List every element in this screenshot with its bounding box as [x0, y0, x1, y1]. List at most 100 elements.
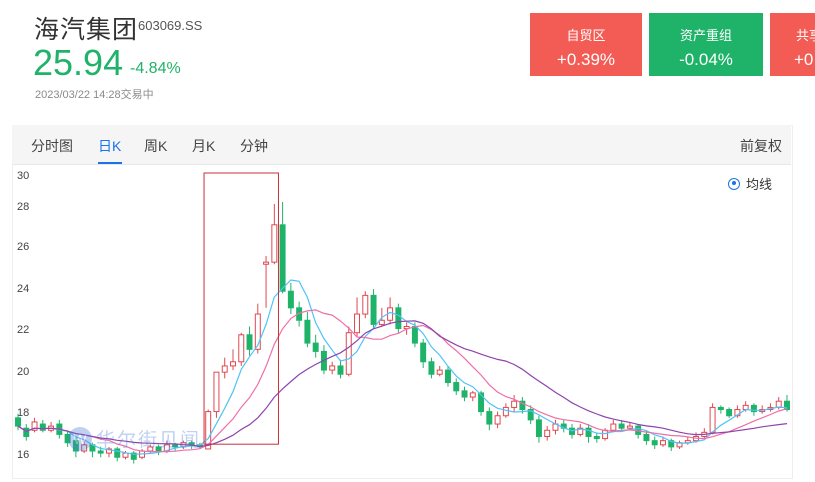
candle-body — [453, 382, 460, 392]
candle — [271, 204, 278, 265]
candle-body — [593, 435, 600, 440]
kline-chart[interactable] — [0, 0, 815, 482]
candle-body — [469, 392, 476, 398]
candle-body — [610, 423, 617, 431]
candle — [387, 297, 394, 325]
candle — [494, 411, 501, 429]
candle — [593, 432, 600, 443]
candle-body — [659, 440, 666, 446]
candle — [354, 297, 361, 337]
candle — [221, 357, 228, 379]
candle-body — [444, 369, 451, 384]
candle — [726, 407, 733, 418]
candle — [577, 424, 584, 437]
watermark-text: 华尔街见闻 — [96, 430, 202, 451]
candle-body — [511, 400, 518, 408]
candle — [130, 451, 137, 464]
candle — [469, 390, 476, 402]
candle-body — [304, 319, 311, 344]
candle-body — [329, 365, 336, 371]
candle — [230, 349, 236, 371]
candle — [337, 359, 344, 379]
candle-body — [726, 409, 733, 417]
candle — [304, 311, 311, 348]
candle — [552, 419, 559, 435]
candle — [287, 282, 294, 315]
candle — [263, 255, 270, 308]
candle-body — [337, 365, 344, 375]
candle — [370, 289, 377, 329]
candle — [511, 394, 518, 412]
watermark: W 华尔街见闻 — [68, 425, 201, 452]
candle — [701, 428, 708, 439]
candle — [676, 440, 683, 449]
candle-body — [486, 411, 493, 425]
candle-body — [15, 417, 21, 427]
candle — [717, 405, 724, 414]
candle-body — [213, 371, 220, 413]
candle — [48, 421, 55, 433]
candle — [362, 291, 369, 319]
candle — [329, 361, 336, 375]
candle — [312, 334, 319, 358]
candle — [395, 303, 402, 333]
candle — [213, 371, 220, 418]
candle-body — [544, 429, 551, 437]
candle-body — [23, 427, 30, 437]
candle-body — [626, 425, 633, 429]
candle — [279, 201, 286, 294]
candle-body — [395, 307, 402, 330]
candle-body — [39, 423, 46, 431]
candle — [345, 326, 352, 377]
candle — [767, 403, 774, 412]
candle-body — [312, 342, 319, 352]
candle — [560, 419, 567, 433]
candle-body — [602, 429, 609, 440]
candle-body — [502, 406, 509, 417]
candle-body — [221, 365, 228, 373]
candle-body — [271, 224, 278, 263]
candle — [535, 415, 542, 443]
candle-body — [354, 313, 361, 334]
candle-body — [709, 406, 716, 433]
candle — [461, 386, 468, 402]
candle — [238, 332, 245, 366]
candle-body — [494, 415, 501, 425]
candle-body — [263, 261, 270, 265]
candle-body — [618, 423, 625, 429]
candle-body — [287, 290, 294, 309]
candle — [585, 424, 592, 443]
candle-body — [535, 419, 542, 437]
candle-body — [345, 332, 352, 375]
candle-body — [461, 390, 468, 398]
candle-body — [246, 334, 253, 350]
candle-body — [643, 433, 650, 442]
candle — [31, 417, 38, 433]
candle — [428, 357, 435, 379]
candle — [436, 365, 443, 377]
candle — [420, 338, 427, 369]
candle-body — [362, 294, 369, 315]
candle — [23, 424, 30, 441]
candle-body — [122, 452, 129, 458]
candle-body — [651, 440, 658, 446]
candle-body — [428, 361, 435, 375]
candle — [39, 419, 46, 433]
candle — [544, 426, 551, 441]
candle-body — [238, 334, 245, 363]
candle-body — [378, 319, 385, 325]
candle-body — [411, 326, 418, 344]
candle-body — [279, 224, 286, 292]
candle-body — [420, 342, 427, 363]
candle-body — [742, 404, 749, 411]
candle-body — [717, 406, 724, 411]
candle — [486, 407, 493, 431]
candle — [651, 436, 658, 449]
candle — [246, 326, 253, 356]
candle-body — [230, 361, 236, 367]
candle-body — [436, 369, 443, 375]
candle-body — [370, 294, 377, 325]
candle — [453, 378, 460, 395]
brand-logo-icon: W — [68, 426, 92, 451]
candle — [750, 403, 757, 416]
